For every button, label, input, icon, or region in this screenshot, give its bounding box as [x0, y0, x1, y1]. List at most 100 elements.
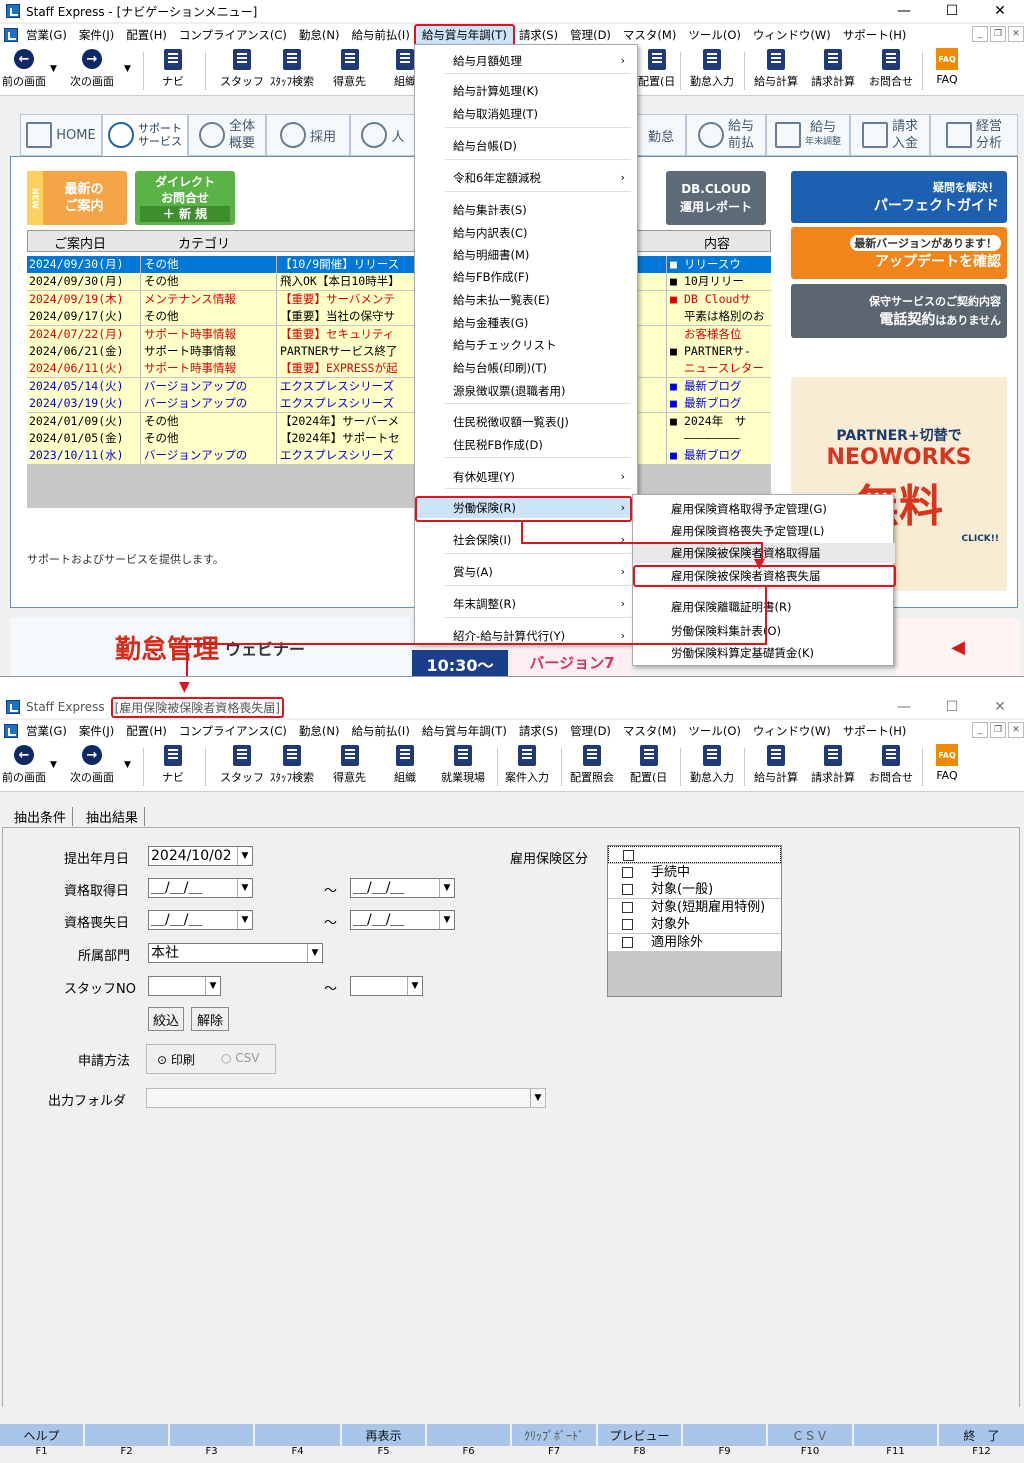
- fkey-f10[interactable]: ＣＳＶ: [768, 1424, 852, 1446]
- acq-date-to[interactable]: ＿/＿/＿ ▼: [350, 878, 455, 898]
- fkey-f7[interactable]: ｸﾘｯﾌﾟﾎﾞｰﾄﾞ: [512, 1424, 596, 1446]
- news-row[interactable]: 2024/09/30(月) その他 【10/9開催】リリース ■ リリースウ: [27, 256, 771, 273]
- menu-master[interactable]: マスタ(M): [617, 25, 682, 45]
- staff-button[interactable]: スタッフ: [220, 48, 264, 94]
- tab-keiei[interactable]: 経営 分析: [930, 114, 1018, 156]
- fkey-f4[interactable]: [255, 1424, 340, 1446]
- faq-button[interactable]: FAQ FAQ: [936, 48, 958, 94]
- menu-compliance[interactable]: コンプライアンス(C): [173, 25, 293, 45]
- dropdown-item[interactable]: 住民税FB作成(D): [415, 435, 639, 455]
- client-button[interactable]: 得意先: [333, 744, 366, 790]
- close-icon[interactable]: ✕: [976, 0, 1024, 22]
- dropdown-item[interactable]: 令和6年定額減税 ›: [415, 168, 639, 188]
- menu-anken[interactable]: 案件(J): [73, 25, 120, 45]
- next-dropdown[interactable]: ▼: [124, 760, 131, 806]
- anken-input-button[interactable]: 案件入力: [505, 744, 549, 790]
- dropdown-item[interactable]: 給与月額処理 ›: [415, 51, 639, 71]
- fkey-f9[interactable]: [683, 1424, 766, 1446]
- tab-kintai[interactable]: 勤怠: [636, 114, 686, 156]
- next-dropdown[interactable]: ▼: [124, 64, 131, 110]
- close-icon[interactable]: ✕: [976, 696, 1024, 718]
- chevron-down-icon[interactable]: ▼: [439, 911, 454, 929]
- dropdown-item[interactable]: 給与チェックリスト: [415, 335, 639, 355]
- perfect-guide-banner[interactable]: 疑問を解決！ パーフェクトガイド: [791, 171, 1007, 223]
- tab-maebarai[interactable]: 給与 前払: [686, 114, 766, 156]
- chevron-down-icon[interactable]: ▼: [237, 911, 252, 929]
- news-row[interactable]: 2023/10/11(水) バージョンアップの エクスプレスシリーズ ■ 最新ブログ: [27, 447, 771, 465]
- menu-kyuyo[interactable]: 給与賞与年調(T): [416, 721, 513, 741]
- mdi-minimize-icon[interactable]: _: [972, 722, 988, 738]
- menu-master[interactable]: マスタ(M): [617, 721, 682, 741]
- menu-kintai[interactable]: 勤怠(N): [293, 25, 346, 45]
- dropdown-item[interactable]: 給与台帳(印刷)(T): [415, 358, 639, 378]
- staff-button[interactable]: スタッフ: [220, 744, 264, 790]
- prev-button[interactable]: ← 前の画面: [2, 744, 46, 790]
- chevron-down-icon[interactable]: ▼: [439, 879, 454, 897]
- chevron-down-icon[interactable]: ▼: [307, 944, 322, 962]
- haichi-day-button[interactable]: 配置(日: [630, 744, 667, 790]
- menu-kanri[interactable]: 管理(D): [564, 25, 617, 45]
- checkbox-icon[interactable]: [622, 884, 633, 895]
- news-row[interactable]: 2024/03/19(火) バージョンアップの エクスプレスシリーズ ■ 最新ブログ: [27, 395, 771, 413]
- kyuyo-calc-button[interactable]: 給与計算: [754, 48, 798, 94]
- fkey-f11[interactable]: [854, 1424, 937, 1446]
- submenu-item[interactable]: 雇用保険離職証明書(R): [633, 597, 895, 617]
- version7-banner[interactable]: バージョン7: [512, 648, 632, 676]
- insurance-option[interactable]: 対象外: [608, 916, 781, 933]
- submit-date-input[interactable]: 2024/10/02 ▼: [148, 846, 253, 866]
- prev-dropdown[interactable]: ▼: [50, 760, 57, 806]
- minimize-icon[interactable]: —: [880, 696, 928, 718]
- mdi-restore-icon[interactable]: ❐: [990, 722, 1006, 738]
- method-csv-radio[interactable]: ○ CSV: [221, 1051, 260, 1065]
- method-print-radio[interactable]: ⊙ 印刷: [157, 1051, 195, 1068]
- dropdown-item[interactable]: 年末調整(R) ›: [415, 594, 639, 614]
- news-row[interactable]: 2024/06/21(金) サポート時事情報 PARTNERサービス終了 ■ PARTN…: [27, 343, 771, 360]
- tab-conditions[interactable]: 抽出条件: [14, 807, 74, 826]
- next-button[interactable]: → 次の画面: [70, 48, 114, 94]
- mdi-close-icon[interactable]: ✕: [1008, 26, 1024, 42]
- menu-seikyu[interactable]: 請求(S): [513, 721, 564, 741]
- maintenance-banner[interactable]: 保守サービスのご契約内容 電話契約はありません: [791, 284, 1007, 338]
- prev-dropdown[interactable]: ▼: [50, 64, 57, 110]
- submenu-item[interactable]: 雇用保険資格取得予定管理(G): [633, 499, 895, 519]
- seikyu-calc-button[interactable]: 請求計算: [811, 744, 855, 790]
- tab-support[interactable]: サポート サービス: [102, 114, 188, 156]
- fkey-f3[interactable]: [170, 1424, 253, 1446]
- tab-nenmatsu[interactable]: 給与 年末調整: [766, 114, 850, 156]
- kyuyo-calc-button[interactable]: 給与計算: [754, 744, 798, 790]
- dropdown-item[interactable]: 給与明細書(M): [415, 245, 639, 265]
- dropdown-item[interactable]: 住民税徴収額一覧表(J): [415, 412, 639, 432]
- news-row[interactable]: 2024/05/14(火) バージョンアップの エクスプレスシリーズ ■ 最新ブログ: [27, 377, 771, 395]
- dropdown-item[interactable]: 給与内訳表(C): [415, 223, 639, 243]
- menu-eigyo[interactable]: 営業(G): [20, 25, 73, 45]
- haichi-day-button[interactable]: 配置(日: [638, 48, 675, 94]
- dropdown-item[interactable]: 社会保険(I) ›: [415, 530, 639, 550]
- checkbox-icon[interactable]: [622, 901, 633, 913]
- menu-tool[interactable]: ツール(O): [682, 721, 747, 741]
- dropdown-item[interactable]: 給与金種表(G): [415, 313, 639, 333]
- navi-button[interactable]: ナビ: [162, 48, 184, 94]
- dropdown-item[interactable]: 給与台帳(D): [415, 136, 639, 156]
- loss-date-from[interactable]: ＿/＿/＿ ▼: [148, 910, 253, 930]
- kintai-input-button[interactable]: 勤怠入力: [690, 744, 734, 790]
- staff-search-button[interactable]: ｽﾀｯﾌ検索: [270, 48, 314, 94]
- news-row[interactable]: 2024/07/22(月) サポート時事情報 【重要】セキュリティ お客様各位: [27, 325, 771, 343]
- dept-select[interactable]: 本社 ▼: [148, 943, 323, 963]
- menu-kintai[interactable]: 勤怠(N): [293, 721, 346, 741]
- checkbox-icon[interactable]: [622, 866, 633, 878]
- chevron-down-icon[interactable]: ▼: [407, 977, 422, 995]
- new-info-button[interactable]: NEW 最新の ご案内: [27, 171, 127, 225]
- maximize-icon[interactable]: ☐: [928, 696, 976, 718]
- mdi-close-icon[interactable]: ✕: [1008, 722, 1024, 738]
- submenu-item[interactable]: 労働保険料算定基礎賃金(K): [633, 643, 895, 663]
- dropdown-item[interactable]: 給与取消処理(T): [415, 104, 639, 124]
- minimize-icon[interactable]: —: [880, 0, 928, 22]
- clear-button[interactable]: 解除: [191, 1007, 229, 1031]
- news-row[interactable]: 2024/01/09(火) その他 【2024年】サーバーメ ■ 2024年 サ: [27, 412, 771, 430]
- menu-eigyo[interactable]: 営業(G): [20, 721, 73, 741]
- prev-button[interactable]: ← 前の画面: [2, 48, 46, 94]
- news-row[interactable]: 2024/06/11(火) サポート時事情報 【重要】EXPRESSが起 ニュースレタ…: [27, 360, 771, 378]
- news-row[interactable]: 2024/09/19(木) メンテナンス情報 【重要】サーバメンテ ■ DB Cloud…: [27, 290, 771, 308]
- fkey-f1[interactable]: ヘルプ: [0, 1424, 83, 1446]
- seikyu-calc-button[interactable]: 請求計算: [811, 48, 855, 94]
